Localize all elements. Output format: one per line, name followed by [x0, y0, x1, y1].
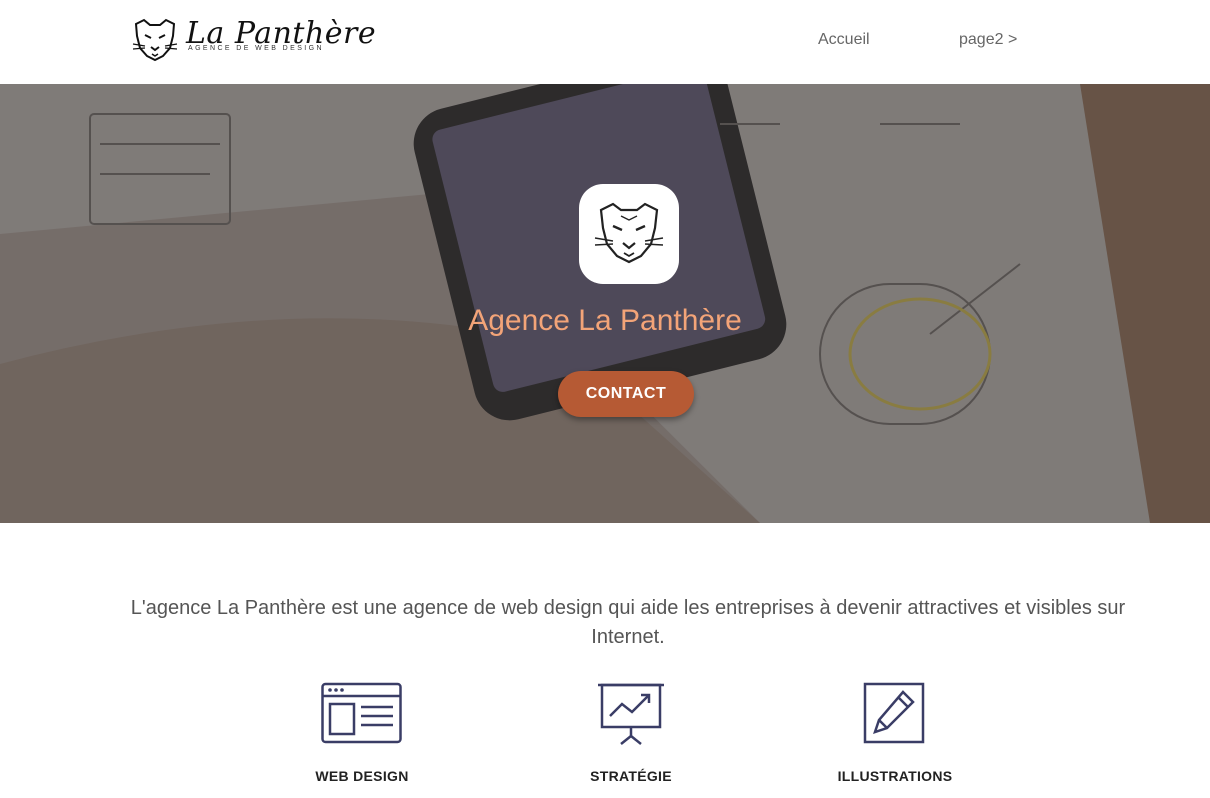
- panther-head-icon: [594, 202, 664, 264]
- site-header: La Panthère AGENCE DE WEB DESIGN Accueil…: [0, 0, 1210, 84]
- feature-label: STRATÉGIE: [590, 768, 672, 784]
- nav-link-page2[interactable]: page2 >: [959, 31, 1017, 49]
- feature-illustrations: ILLUSTRATIONS: [785, 680, 1005, 784]
- panther-logo-icon: [132, 18, 178, 62]
- web-layout-icon: [321, 682, 402, 744]
- feature-strategie: STRATÉGIE: [521, 680, 741, 784]
- feature-label: WEB DESIGN: [315, 768, 409, 784]
- feature-web-design: WEB DESIGN: [252, 680, 472, 784]
- hero-title: Agence La Panthère: [468, 304, 742, 337]
- hero-section: Agence La Panthère CONTACT: [0, 84, 1210, 523]
- nav-link-home[interactable]: Accueil: [818, 31, 870, 49]
- hero-logo-badge: [579, 184, 679, 284]
- brand-subtitle: AGENCE DE WEB DESIGN: [188, 45, 324, 52]
- contact-button[interactable]: CONTACT: [558, 371, 694, 417]
- presentation-chart-icon: [598, 683, 664, 745]
- brand-logo-link[interactable]: La Panthère AGENCE DE WEB DESIGN: [130, 14, 376, 64]
- pencil-icon: [863, 682, 925, 744]
- feature-label: ILLUSTRATIONS: [837, 768, 953, 784]
- intro-text: L'agence La Panthère est une agence de w…: [130, 597, 1126, 648]
